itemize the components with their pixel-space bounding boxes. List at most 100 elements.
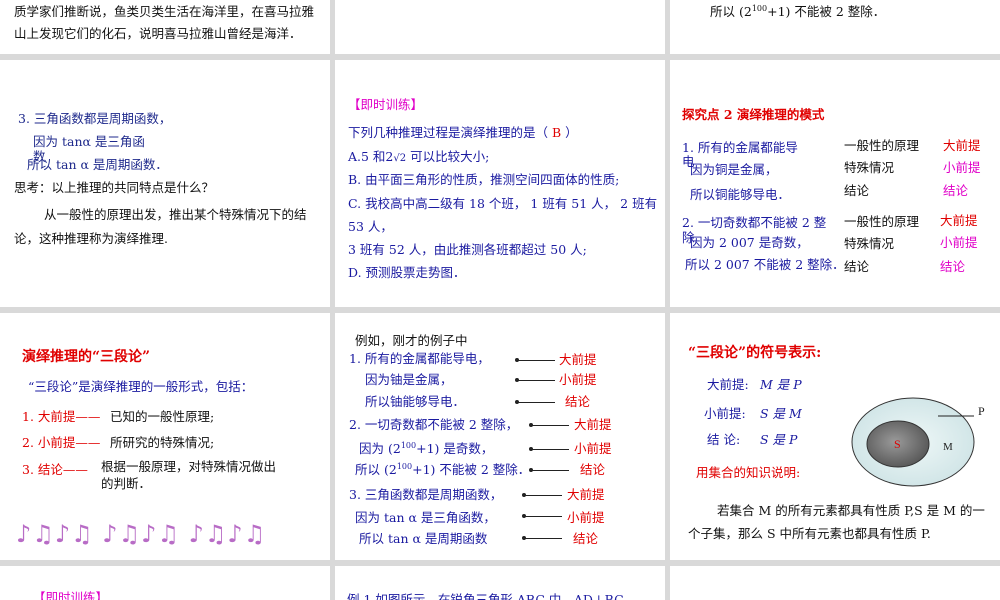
term-minor: 2. 小前提——	[22, 435, 101, 450]
term-conclusion-desc: 根据一般原理，对特殊情况做出	[101, 459, 277, 474]
practice-header: 【即时训练】	[348, 97, 424, 112]
slide-11: 例 1 如图所示，在锐角三角形 ABC 中，AD⊥BC	[335, 566, 665, 600]
term-conclusion: 3. 结论——	[22, 462, 88, 477]
arrow-line	[515, 358, 555, 362]
slide-4: 3. 三角函数都是周期函数， 因为 tanα 是三角函 数 所以 tan α 是…	[0, 60, 330, 307]
text-line: 所以 (2100+1) 不能被 2 整除．	[710, 4, 885, 20]
term-major: 1. 大前提——	[22, 409, 101, 424]
text-fragment: +1) 不能被 2 整除．	[412, 462, 531, 478]
definition-line: 论，这种推理称为演绎推理.	[14, 231, 168, 246]
explanation-line: 若集合 M 的所有元素都具有性质 P,S 是 M 的一	[717, 503, 985, 518]
example-1-conclusion: 所以铜能够导电．	[690, 187, 791, 202]
example-2-conclusion: 所以 2 007 不能被 2 整除．	[685, 257, 845, 272]
exponent: 100	[751, 4, 768, 13]
sqrt-symbol: √2	[393, 153, 407, 164]
arrow-line	[522, 536, 562, 540]
exponent: 100	[396, 462, 413, 471]
slide-2	[335, 0, 665, 54]
text-fragment: 所以 (2	[710, 4, 752, 20]
label-major: 大前提	[574, 417, 612, 432]
option-text: A.5 和2	[348, 149, 394, 164]
label-conclusion: 结论	[844, 183, 870, 198]
label-major-premise: 大前提	[940, 213, 978, 228]
minor-body: S 是 M	[760, 406, 802, 421]
answer-letter: B	[552, 125, 562, 140]
label-conclusion: 结论	[844, 259, 870, 274]
conclusion-body: S 是 P	[760, 432, 798, 447]
label-minor-premise: 小前提	[943, 160, 981, 175]
label-conclusion: 结论	[580, 462, 606, 477]
text-fragment: 所以 (2	[355, 462, 397, 478]
group-2-major: 2. 一切奇数都不能被 2 整除，	[349, 417, 519, 432]
label-minor: 小前提	[567, 510, 605, 525]
label-minor: 小前提	[559, 372, 597, 387]
group-2-conclusion: 所以 (2100+1) 不能被 2 整除．	[355, 462, 530, 478]
slide-10: 【即时训练】	[0, 566, 330, 600]
question-text: 下列几种推理过程是演绎推理的是（	[348, 125, 549, 140]
section-title: 探究点 2 演绎推理的模式	[682, 107, 825, 122]
slide-3: 所以 (2100+1) 不能被 2 整除．	[670, 0, 1000, 54]
label-special: 特殊情况	[844, 236, 895, 251]
text-fragment: +1) 不能被 2 整除．	[767, 4, 886, 20]
slide-6: 探究点 2 演绎推理的模式 1. 所有的金属都能导 电 因为铜是金属， 所以铜能…	[670, 60, 1000, 307]
slide-1: 质学家们推断说，鱼类贝类生活在海洋里，在喜马拉雅 山上发现它们的化石，说明喜马拉…	[0, 0, 330, 54]
label-conclusion: 结论	[565, 394, 591, 409]
option-text: 可以比较大小;	[406, 149, 490, 164]
label-conclusion-right: 结论	[940, 259, 966, 274]
venn-diagram: S M P	[851, 397, 985, 487]
question-text: ）	[565, 125, 578, 140]
set-explanation-title: 用集合的知识说明:	[696, 465, 801, 480]
slide-9: “三段论”的符号表示: 大前提: M 是 P 小前提: S 是 M 结 论: S…	[670, 313, 1000, 560]
text-line: 山上发现它们的化石，说明喜马拉雅山曾经是海洋．	[14, 26, 302, 41]
slide-5: 【即时训练】 下列几种推理过程是演绎推理的是（ B ） A.5 和2√2 可以比…	[335, 60, 665, 307]
slide-title: “三段论”的符号表示:	[688, 345, 822, 361]
so-line: 所以 tan α 是周期函数．	[27, 157, 168, 172]
major-body: M 是 P	[760, 377, 802, 392]
option-c-cont: 3 班有 52 人，由此推测各班都超过 50 人;	[348, 242, 587, 257]
text-fragment: +1) 是奇数，	[416, 441, 494, 457]
venn-label-m: M	[943, 441, 953, 453]
example-2-major: 2. 一切奇数都不能被 2 整	[682, 215, 827, 230]
explanation-line: 个子集，那么 S 中所有元素也都具有性质 P.	[688, 526, 931, 541]
think-question: 思考：以上推理的共同特点是什么？	[14, 180, 215, 195]
slide-title: 演绎推理的“三段论”	[22, 349, 151, 365]
intro-line: “三段论”是演绎推理的一般形式，包括：	[28, 379, 254, 394]
slide-8: 例如，刚才的例子中 1. 所有的金属都能导电， 因为铀是金属， 所以铀能够导电．…	[335, 313, 665, 560]
arrow-line	[522, 514, 562, 518]
text-fragment: 因为 (2	[359, 441, 401, 457]
group-3-major: 3. 三角函数都是周期函数，	[349, 487, 503, 502]
option-b: B. 由平面三角形的性质，推测空间四面体的性质;	[348, 172, 620, 187]
because-line: 因为 tanα 是三角函	[33, 134, 145, 149]
practice-header: 【即时训练】	[33, 590, 109, 600]
example-2-minor: 因为 2 007 是奇数，	[690, 235, 809, 250]
option-c: C. 我校高中高二级有 18 个班， 1 班有 51 人， 2 班有	[348, 196, 658, 211]
option-a: A.5 和2√2 可以比较大小;	[348, 149, 489, 166]
example-1-major: 1. 所有的金属都能导	[682, 140, 798, 155]
group-2-minor: 因为 (2100+1) 是奇数，	[359, 441, 493, 457]
arrow-line	[529, 423, 569, 427]
term-minor-desc: 所研究的特殊情况;	[110, 435, 215, 450]
label-minor: 小前提	[574, 441, 612, 456]
label-principle: 一般性的原理	[844, 138, 920, 153]
group-1-minor: 因为铀是金属，	[365, 372, 453, 387]
arrow-line	[515, 378, 555, 382]
exponent: 100	[400, 441, 417, 450]
label-conclusion-right: 结论	[943, 183, 969, 198]
arrow-line	[529, 468, 569, 472]
minor-label: 小前提:	[704, 406, 746, 421]
slide-7: 演绎推理的“三段论” “三段论”是演绎推理的一般形式，包括： 1. 大前提—— …	[0, 313, 330, 560]
term-major-desc: 已知的一般性原理;	[110, 409, 215, 424]
arrow-line	[529, 447, 569, 451]
label-minor-premise: 小前提	[940, 235, 978, 250]
label-special: 特殊情况	[844, 160, 895, 175]
group-3-minor: 因为 tan α 是三角函数，	[355, 510, 496, 525]
option-c-cont: 53 人，	[348, 219, 393, 234]
group-1-conclusion: 所以铀能够导电．	[365, 394, 466, 409]
arrow-line	[515, 400, 555, 404]
question-line: 下列几种推理过程是演绎推理的是（ B ）	[348, 125, 578, 141]
label-conclusion: 结论	[573, 531, 599, 546]
text-line: 质学家们推断说，鱼类贝类生活在海洋里，在喜马拉雅	[14, 4, 315, 19]
label-major: 大前提	[559, 352, 597, 367]
option-d: D. 预测股票走势图．	[348, 265, 466, 280]
label-principle: 一般性的原理	[844, 214, 920, 229]
